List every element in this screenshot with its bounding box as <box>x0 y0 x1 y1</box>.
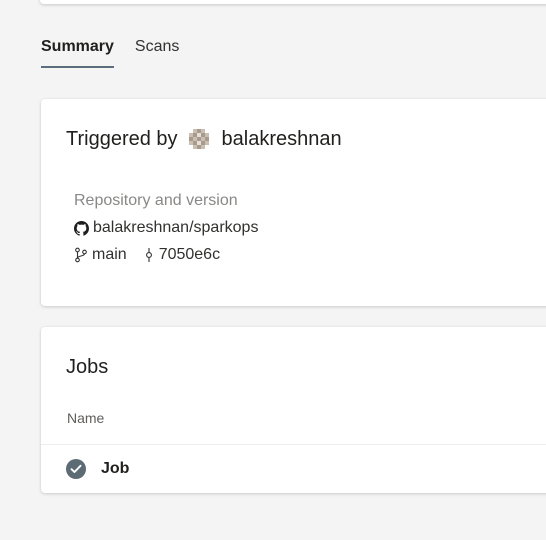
job-name: Job <box>101 460 130 477</box>
job-row[interactable]: Job <box>66 459 129 479</box>
table-divider <box>41 444 546 445</box>
triggered-by-label: Triggered by <box>66 127 178 150</box>
tab-bar: Summary Scans <box>41 38 179 68</box>
repository-section: Repository and version balakreshnan/spar… <box>74 192 258 264</box>
previous-card-edge <box>40 0 546 4</box>
commit-link[interactable]: 7050e6c <box>143 246 220 264</box>
column-header-name: Name <box>67 410 105 426</box>
version-row: main 7050e6c <box>74 246 258 264</box>
jobs-card: Jobs Name Job <box>41 327 546 493</box>
tab-summary[interactable]: Summary <box>41 38 114 68</box>
success-check-icon <box>66 459 86 479</box>
triggered-by-header: Triggered by balakreshnan <box>66 126 342 152</box>
trigger-card: Triggered by balakreshnan Repository and… <box>41 99 546 306</box>
github-icon <box>74 220 93 236</box>
tab-scans[interactable]: Scans <box>135 38 179 68</box>
repository-link[interactable]: balakreshnan/sparkops <box>74 219 258 237</box>
branch-icon <box>74 247 88 263</box>
repository-name: balakreshnan/sparkops <box>93 219 259 236</box>
commit-hash: 7050e6c <box>158 246 221 263</box>
commit-icon <box>143 247 155 263</box>
triggered-by-user[interactable]: balakreshnan <box>222 128 342 151</box>
jobs-title: Jobs <box>66 356 109 378</box>
branch-name[interactable]: main <box>92 246 127 264</box>
repository-heading: Repository and version <box>74 192 238 209</box>
user-avatar-icon[interactable] <box>185 126 212 152</box>
